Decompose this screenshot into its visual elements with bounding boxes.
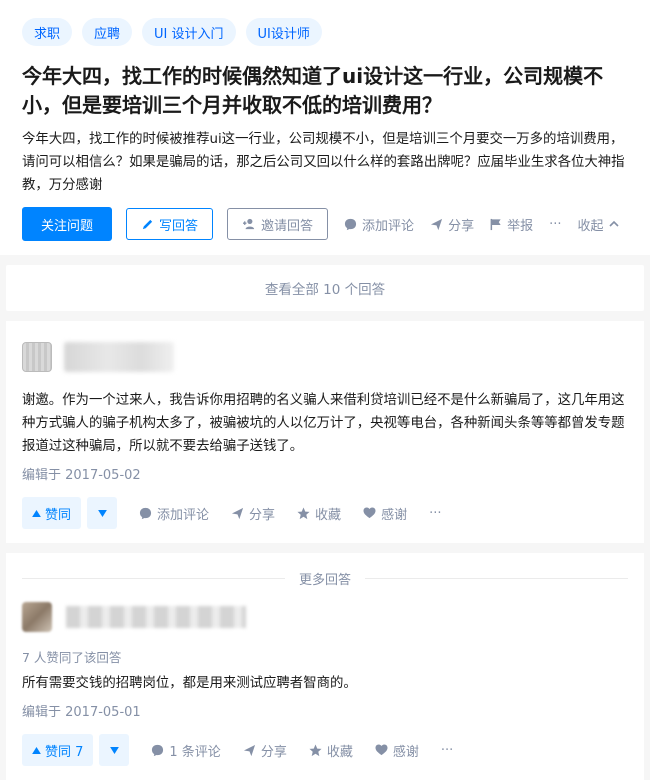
more-button[interactable]: ··· (549, 217, 561, 232)
collapse-label: 收起 (577, 218, 604, 234)
share-button[interactable]: 分享 (231, 504, 275, 523)
topic-tag[interactable]: UI 设计入门 (142, 18, 236, 46)
add-comment-label: 添加评论 (362, 218, 415, 234)
answer-card: 谢邀。作为一个过来人，我告诉你用招聘的名义骗人来借利贷培训已经不是什么新骗局了，… (6, 321, 644, 543)
upvote-button[interactable]: 赞同 7 (22, 734, 94, 766)
more-answers-divider: 更多回答 (22, 569, 629, 588)
downvote-button[interactable] (99, 734, 130, 766)
question-description: 今年大四，找工作的时候被推荐ui这一行业，公司规模不小，但是培训三个月要交一万多… (22, 132, 625, 193)
triangle-up-icon (32, 746, 41, 754)
share-label: 分享 (260, 744, 287, 760)
collect-label: 收藏 (326, 744, 353, 760)
more-button[interactable]: ··· (441, 743, 453, 758)
flag-icon (490, 218, 502, 231)
share-button[interactable]: 分享 (430, 215, 474, 234)
upvote-label: 赞同 7 (45, 744, 84, 760)
divider (22, 577, 285, 579)
avatar[interactable] (22, 342, 52, 372)
avatar[interactable] (22, 602, 52, 632)
thanks-label: 感谢 (392, 744, 419, 760)
author-name-blurred (66, 606, 246, 628)
share-label: 分享 (249, 507, 276, 523)
triangle-up-icon (32, 509, 41, 517)
heart-icon (375, 744, 388, 756)
answer-card: 更多回答 7 人赞同了该回答 所有需要交钱的招聘岗位，都是用来测试应聘者智商的。… (6, 553, 644, 780)
share-icon (243, 744, 256, 757)
more-button[interactable]: ··· (429, 506, 441, 521)
add-comment-button[interactable]: 添加评论 (344, 215, 414, 234)
collapse-button[interactable]: 收起 (578, 215, 619, 234)
comment-icon (344, 218, 357, 231)
write-answer-button[interactable]: 写回答 (126, 208, 214, 240)
answer-content: 所有需要交钱的招聘岗位，都是用来测试应聘者智商的。 (22, 676, 357, 691)
author-name-blurred (64, 342, 174, 372)
triangle-down-icon (97, 509, 107, 517)
write-answer-label: 写回答 (159, 218, 199, 234)
more-answers-label: 更多回答 (299, 572, 352, 588)
vote-count-line: 7 人赞同了该回答 (22, 650, 122, 665)
topic-tag[interactable]: 求职 (22, 18, 73, 46)
share-icon (430, 218, 443, 231)
heart-icon (363, 507, 376, 519)
comment-label: 1 条评论 (169, 744, 221, 760)
question-actions: 关注问题 写回答 邀请回答 添加评论 分享 举报 ··· 收起 (22, 207, 628, 241)
star-icon (309, 743, 322, 757)
invite-answer-button[interactable]: 邀请回答 (227, 208, 329, 240)
comment-label: 添加评论 (157, 507, 210, 523)
pencil-icon (141, 218, 154, 231)
answer-edited-time[interactable]: 编辑于 2017-05-02 (22, 464, 628, 483)
upvote-label: 赞同 (45, 507, 72, 523)
report-button[interactable]: 举报 (490, 215, 533, 234)
comment-icon (139, 507, 152, 520)
thanks-label: 感谢 (381, 507, 408, 523)
answer-author (22, 595, 628, 639)
thanks-button[interactable]: 感谢 (363, 504, 407, 523)
add-comment-button[interactable]: 添加评论 (139, 504, 209, 523)
answer-action-bar: 赞同 添加评论 分享 收藏 感谢 ··· (22, 497, 628, 529)
upvote-button[interactable]: 赞同 (22, 497, 82, 529)
topic-list: 求职 应聘 UI 设计入门 UI设计师 (22, 18, 628, 46)
add-person-icon (242, 218, 256, 230)
answer-action-bar: 赞同 7 1 条评论 分享 收藏 感谢 ··· (22, 734, 628, 766)
chevron-up-icon (608, 220, 619, 228)
triangle-down-icon (110, 746, 119, 754)
question-title[interactable]: 今年大四，找工作的时候偶然知道了ui设计这一行业，公司规模不小，但是要培训三个月… (22, 62, 628, 120)
view-all-answers-link[interactable]: 查看全部 10 个回答 (6, 265, 644, 311)
downvote-button[interactable] (87, 497, 118, 529)
follow-question-button[interactable]: 关注问题 (22, 207, 113, 241)
answer-content: 谢邀。作为一个过来人，我告诉你用招聘的名义骗人来借利贷培训已经不是什么新骗局了，… (22, 393, 625, 454)
collect-button[interactable]: 收藏 (309, 741, 353, 760)
topic-tag[interactable]: 应聘 (82, 18, 133, 46)
divider (365, 577, 629, 579)
collect-label: 收藏 (315, 507, 342, 523)
thanks-button[interactable]: 感谢 (375, 741, 419, 760)
comment-icon (151, 744, 164, 757)
question-card: 求职 应聘 UI 设计入门 UI设计师 今年大四，找工作的时候偶然知道了ui设计… (0, 0, 650, 255)
answer-edited-time[interactable]: 编辑于 2017-05-01 (22, 701, 628, 720)
share-label: 分享 (448, 218, 475, 234)
collect-button[interactable]: 收藏 (297, 504, 341, 523)
answer-author (22, 335, 628, 379)
report-label: 举报 (507, 218, 534, 234)
star-icon (297, 506, 310, 520)
invite-answer-label: 邀请回答 (261, 218, 314, 234)
topic-tag[interactable]: UI设计师 (245, 18, 322, 46)
share-button[interactable]: 分享 (243, 741, 287, 760)
comment-button[interactable]: 1 条评论 (151, 741, 221, 760)
share-icon (231, 507, 244, 520)
